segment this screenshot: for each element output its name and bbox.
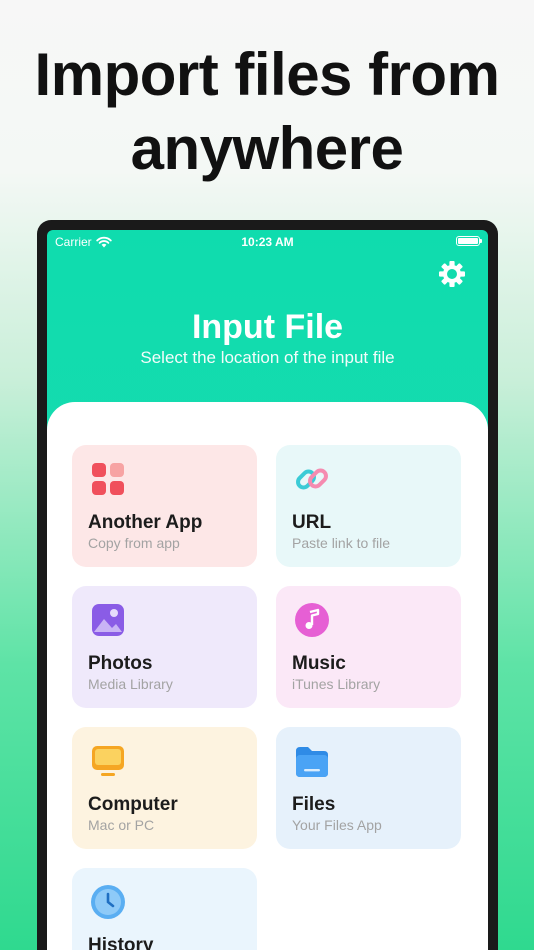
photos-icon: [92, 604, 124, 636]
card-sublabel: Media Library: [88, 676, 173, 692]
status-bar: Carrier 10:23 AM: [47, 230, 488, 252]
card-label: URL: [292, 512, 332, 533]
card-sublabel: Copy from app: [88, 535, 180, 551]
card-label: History: [88, 935, 154, 950]
source-sheet: Another App Copy from app URL Paste link…: [47, 402, 488, 950]
card-label: Computer: [88, 794, 178, 815]
card-sublabel: Paste link to file: [292, 535, 391, 551]
card-label: Photos: [88, 653, 153, 674]
photos-card[interactable]: Photos Media Library: [72, 586, 257, 708]
card-label: Another App: [88, 512, 203, 533]
card-label: Music: [292, 653, 346, 674]
headline-line-1: Import files from: [34, 41, 500, 108]
computer-icon: [92, 746, 124, 776]
history-card[interactable]: History: [72, 868, 257, 950]
source-grid: Another App Copy from app URL Paste link…: [72, 445, 461, 950]
clock-icon: [91, 885, 125, 919]
status-time: 10:23 AM: [241, 235, 294, 249]
card-label: Files: [292, 794, 336, 815]
link-icon: [296, 468, 328, 490]
battery-icon: [456, 236, 482, 246]
gear-icon[interactable]: [438, 260, 466, 288]
folder-icon: [296, 747, 328, 777]
url-card[interactable]: URL Paste link to file: [276, 445, 461, 567]
files-card[interactable]: Files Your Files App: [276, 727, 461, 849]
page-subtitle: Select the location of the input file: [140, 348, 395, 367]
page-title: Input File: [191, 308, 344, 346]
computer-card[interactable]: Computer Mac or PC: [72, 727, 257, 849]
another-app-card[interactable]: Another App Copy from app: [72, 445, 257, 567]
app-screen: Carrier 10:23 AM Input File Select the l…: [47, 230, 488, 950]
apps-grid-icon: [92, 463, 124, 495]
promo-headline: Import files from anywhere: [0, 38, 534, 186]
card-sublabel: Mac or PC: [88, 817, 155, 833]
device-frame: Carrier 10:23 AM Input File Select the l…: [37, 220, 498, 950]
music-note-icon: [295, 603, 329, 637]
headline-line-2: anywhere: [130, 115, 404, 182]
card-sublabel: Your Files App: [292, 817, 382, 833]
music-card[interactable]: Music iTunes Library: [276, 586, 461, 708]
card-sublabel: iTunes Library: [292, 676, 381, 692]
